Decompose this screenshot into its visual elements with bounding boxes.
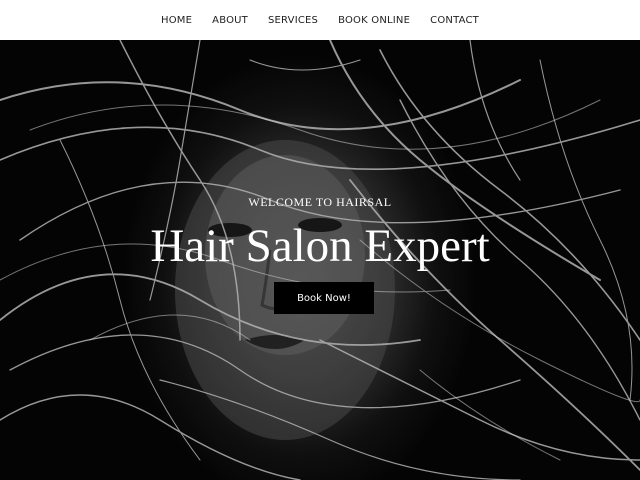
nav-item-home[interactable]: HOME <box>161 15 192 26</box>
hero-section: WELCOME TO HAIRSAL Hair Salon Expert Boo… <box>0 40 640 480</box>
book-now-button[interactable]: Book Now! <box>274 282 374 314</box>
hero-headline: Hair Salon Expert <box>150 220 490 272</box>
nav-item-contact[interactable]: CONTACT <box>430 15 479 26</box>
hero-welcome-text: WELCOME TO HAIRSAL <box>248 195 392 209</box>
nav-item-services[interactable]: SERVICES <box>268 15 318 26</box>
site-header: HOME ABOUT SERVICES BOOK ONLINE CONTACT <box>0 0 640 40</box>
nav-item-about[interactable]: ABOUT <box>212 15 248 26</box>
main-nav: HOME ABOUT SERVICES BOOK ONLINE CONTACT <box>0 0 640 40</box>
page: HOME ABOUT SERVICES BOOK ONLINE CONTACT <box>0 0 640 480</box>
nav-item-book-online[interactable]: BOOK ONLINE <box>338 15 410 26</box>
